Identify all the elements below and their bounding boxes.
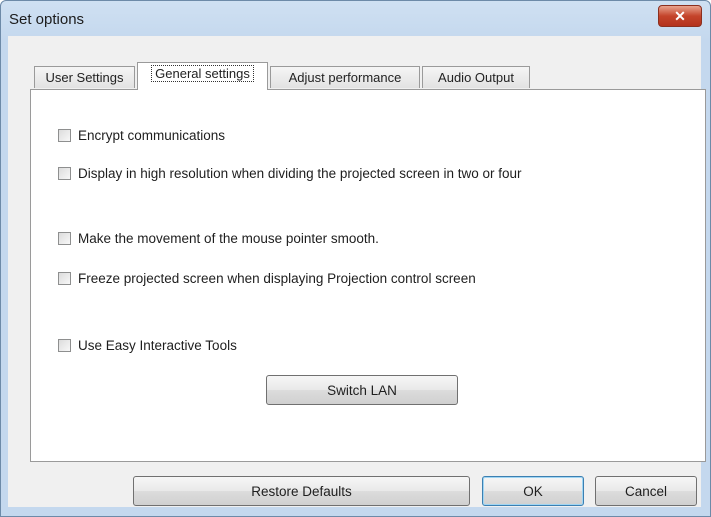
tab-general-settings[interactable]: General settings	[137, 62, 268, 90]
easy-interactive-checkbox[interactable]	[58, 338, 71, 352]
restore-defaults-button[interactable]: Restore Defaults	[133, 476, 470, 506]
tab-user-settings[interactable]: User Settings	[34, 66, 135, 88]
tab-audio-output[interactable]: Audio Output	[422, 66, 530, 88]
switch-lan-button[interactable]: Switch LAN	[266, 375, 458, 405]
high-resolution-checkbox[interactable]	[58, 166, 71, 180]
close-icon: ✕	[674, 8, 686, 24]
option-smooth-pointer[interactable]: Make the movement of the mouse pointer s…	[58, 228, 379, 248]
tab-adjust-performance[interactable]: Adjust performance	[270, 66, 420, 88]
cancel-button[interactable]: Cancel	[595, 476, 697, 506]
freeze-screen-checkbox[interactable]	[58, 271, 71, 285]
option-high-resolution[interactable]: Display in high resolution when dividing…	[58, 163, 522, 183]
window-title: Set options	[9, 11, 85, 28]
option-easy-interactive-tools[interactable]: Use Easy Interactive Tools	[58, 335, 237, 355]
title-bar[interactable]: Set options ✕	[1, 1, 710, 37]
close-button[interactable]: ✕	[658, 5, 702, 27]
ok-button[interactable]: OK	[482, 476, 584, 506]
encrypt-checkbox[interactable]	[58, 128, 71, 142]
option-encrypt-communications[interactable]: Encrypt communications	[58, 125, 225, 145]
option-freeze-projected-screen[interactable]: Freeze projected screen when displaying …	[58, 268, 476, 288]
smooth-pointer-checkbox[interactable]	[58, 231, 71, 245]
